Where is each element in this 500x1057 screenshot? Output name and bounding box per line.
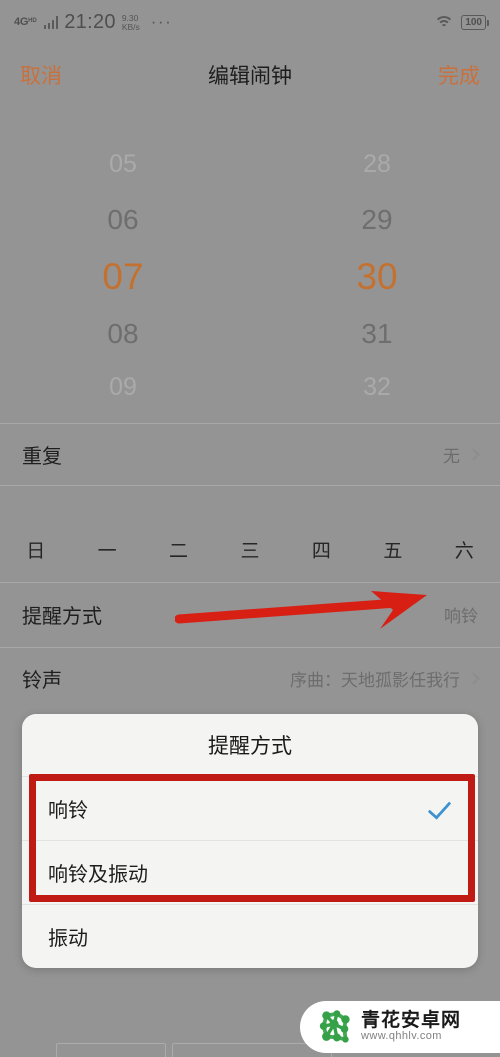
time-picker[interactable]: 05 06 07 08 09 28 29 30 31 32 (0, 110, 500, 423)
nav-recents-key[interactable] (56, 1043, 166, 1057)
navigation-bar-hint (0, 1041, 500, 1057)
status-bar-clock: 21:20 (64, 11, 116, 33)
minute-option-selected[interactable]: 30 (252, 258, 500, 295)
app-bar: 取消 编辑闹钟 完成 (0, 45, 500, 105)
weekday-mon[interactable]: 一 (71, 536, 142, 563)
signal-strength-icon (43, 16, 59, 29)
repeat-row[interactable]: 重复 无 (0, 423, 500, 485)
hour-option-selected[interactable]: 07 (0, 258, 248, 295)
network-speed-unit: KB/s (121, 21, 140, 32)
weekday-sun[interactable]: 日 (0, 536, 71, 563)
divider-above-weekdays (0, 485, 500, 486)
hour-wheel[interactable]: 05 06 07 08 09 (0, 110, 250, 423)
check-icon (427, 794, 452, 820)
minute-option-0[interactable]: 28 (252, 152, 500, 177)
hour-option-3[interactable]: 08 (0, 320, 248, 348)
ringtone-row[interactable]: 铃声 序曲：天地孤影任我行 (0, 647, 500, 709)
reminder-method-label: 提醒方式 (22, 606, 102, 628)
dialog-option-ring[interactable]: 响铃 (22, 776, 478, 840)
status-bar-left: 4G HD 21:20 9.30 KB/s ··· (14, 11, 172, 34)
repeat-label: 重复 (22, 445, 62, 468)
weekday-thu[interactable]: 四 (286, 536, 357, 563)
network-type-indicator: 4G HD (14, 17, 38, 28)
page-title: 编辑闹钟 (208, 65, 292, 88)
weekday-sat[interactable]: 六 (429, 536, 500, 563)
dialog-option-ring-label: 响铃 (48, 800, 88, 822)
dialog-title: 提醒方式 (208, 735, 292, 758)
wifi-icon (434, 15, 455, 30)
chevron-right-icon (467, 671, 480, 685)
reminder-method-value: 响铃 (444, 607, 478, 626)
hour-option-0[interactable]: 05 (0, 152, 248, 177)
hour-option-4[interactable]: 09 (0, 375, 248, 400)
weekday-tue[interactable]: 二 (143, 536, 214, 563)
ringtone-label: 铃声 (22, 669, 62, 692)
battery-icon: 100 (461, 15, 489, 30)
chevron-right-icon (467, 447, 480, 461)
watermark-text: 青花安卓网 www.qhhlv.com (361, 1011, 461, 1042)
watermark-site-name: 青花安卓网 (361, 1010, 462, 1032)
minute-option-4[interactable]: 32 (252, 375, 500, 400)
status-bar-right: 100 (434, 15, 489, 30)
network-speed-indicator: 9.30 KB/s (121, 13, 140, 32)
status-bar: 4G HD 21:20 9.30 KB/s ··· 100 (0, 0, 500, 45)
minute-option-3[interactable]: 31 (252, 320, 500, 348)
done-button[interactable]: 完成 (438, 60, 480, 90)
dialog-option-vibrate[interactable]: 振动 (22, 904, 478, 968)
reminder-method-dialog: 提醒方式 响铃 响铃及振动 振动 (22, 714, 478, 968)
cancel-button[interactable]: 取消 (20, 60, 62, 90)
network-hd-label: HD (28, 18, 37, 24)
minute-wheel[interactable]: 28 29 30 31 32 (250, 110, 500, 423)
overflow-dots-icon: ··· (150, 12, 173, 32)
dialog-option-vibrate-label: 振动 (48, 928, 88, 950)
dialog-option-ring-and-vibrate-label: 响铃及振动 (48, 864, 148, 886)
nav-home-key[interactable] (172, 1043, 332, 1057)
weekday-selector[interactable]: 日 一 二 三 四 五 六 (0, 518, 500, 580)
phone-screen: 4G HD 21:20 9.30 KB/s ··· 100 取消 编辑闹钟 完成 … (0, 0, 500, 1057)
minute-option-1[interactable]: 29 (252, 206, 500, 234)
network-type-label: 4G (14, 16, 29, 28)
dialog-option-ring-and-vibrate[interactable]: 响铃及振动 (22, 840, 478, 904)
ringtone-value: 序曲：天地孤影任我行 (290, 670, 460, 690)
hour-option-1[interactable]: 06 (0, 206, 248, 234)
weekday-wed[interactable]: 三 (214, 536, 285, 563)
red-arrow-annotation (175, 591, 427, 629)
weekday-fri[interactable]: 五 (357, 536, 428, 563)
repeat-value: 无 (443, 446, 460, 466)
